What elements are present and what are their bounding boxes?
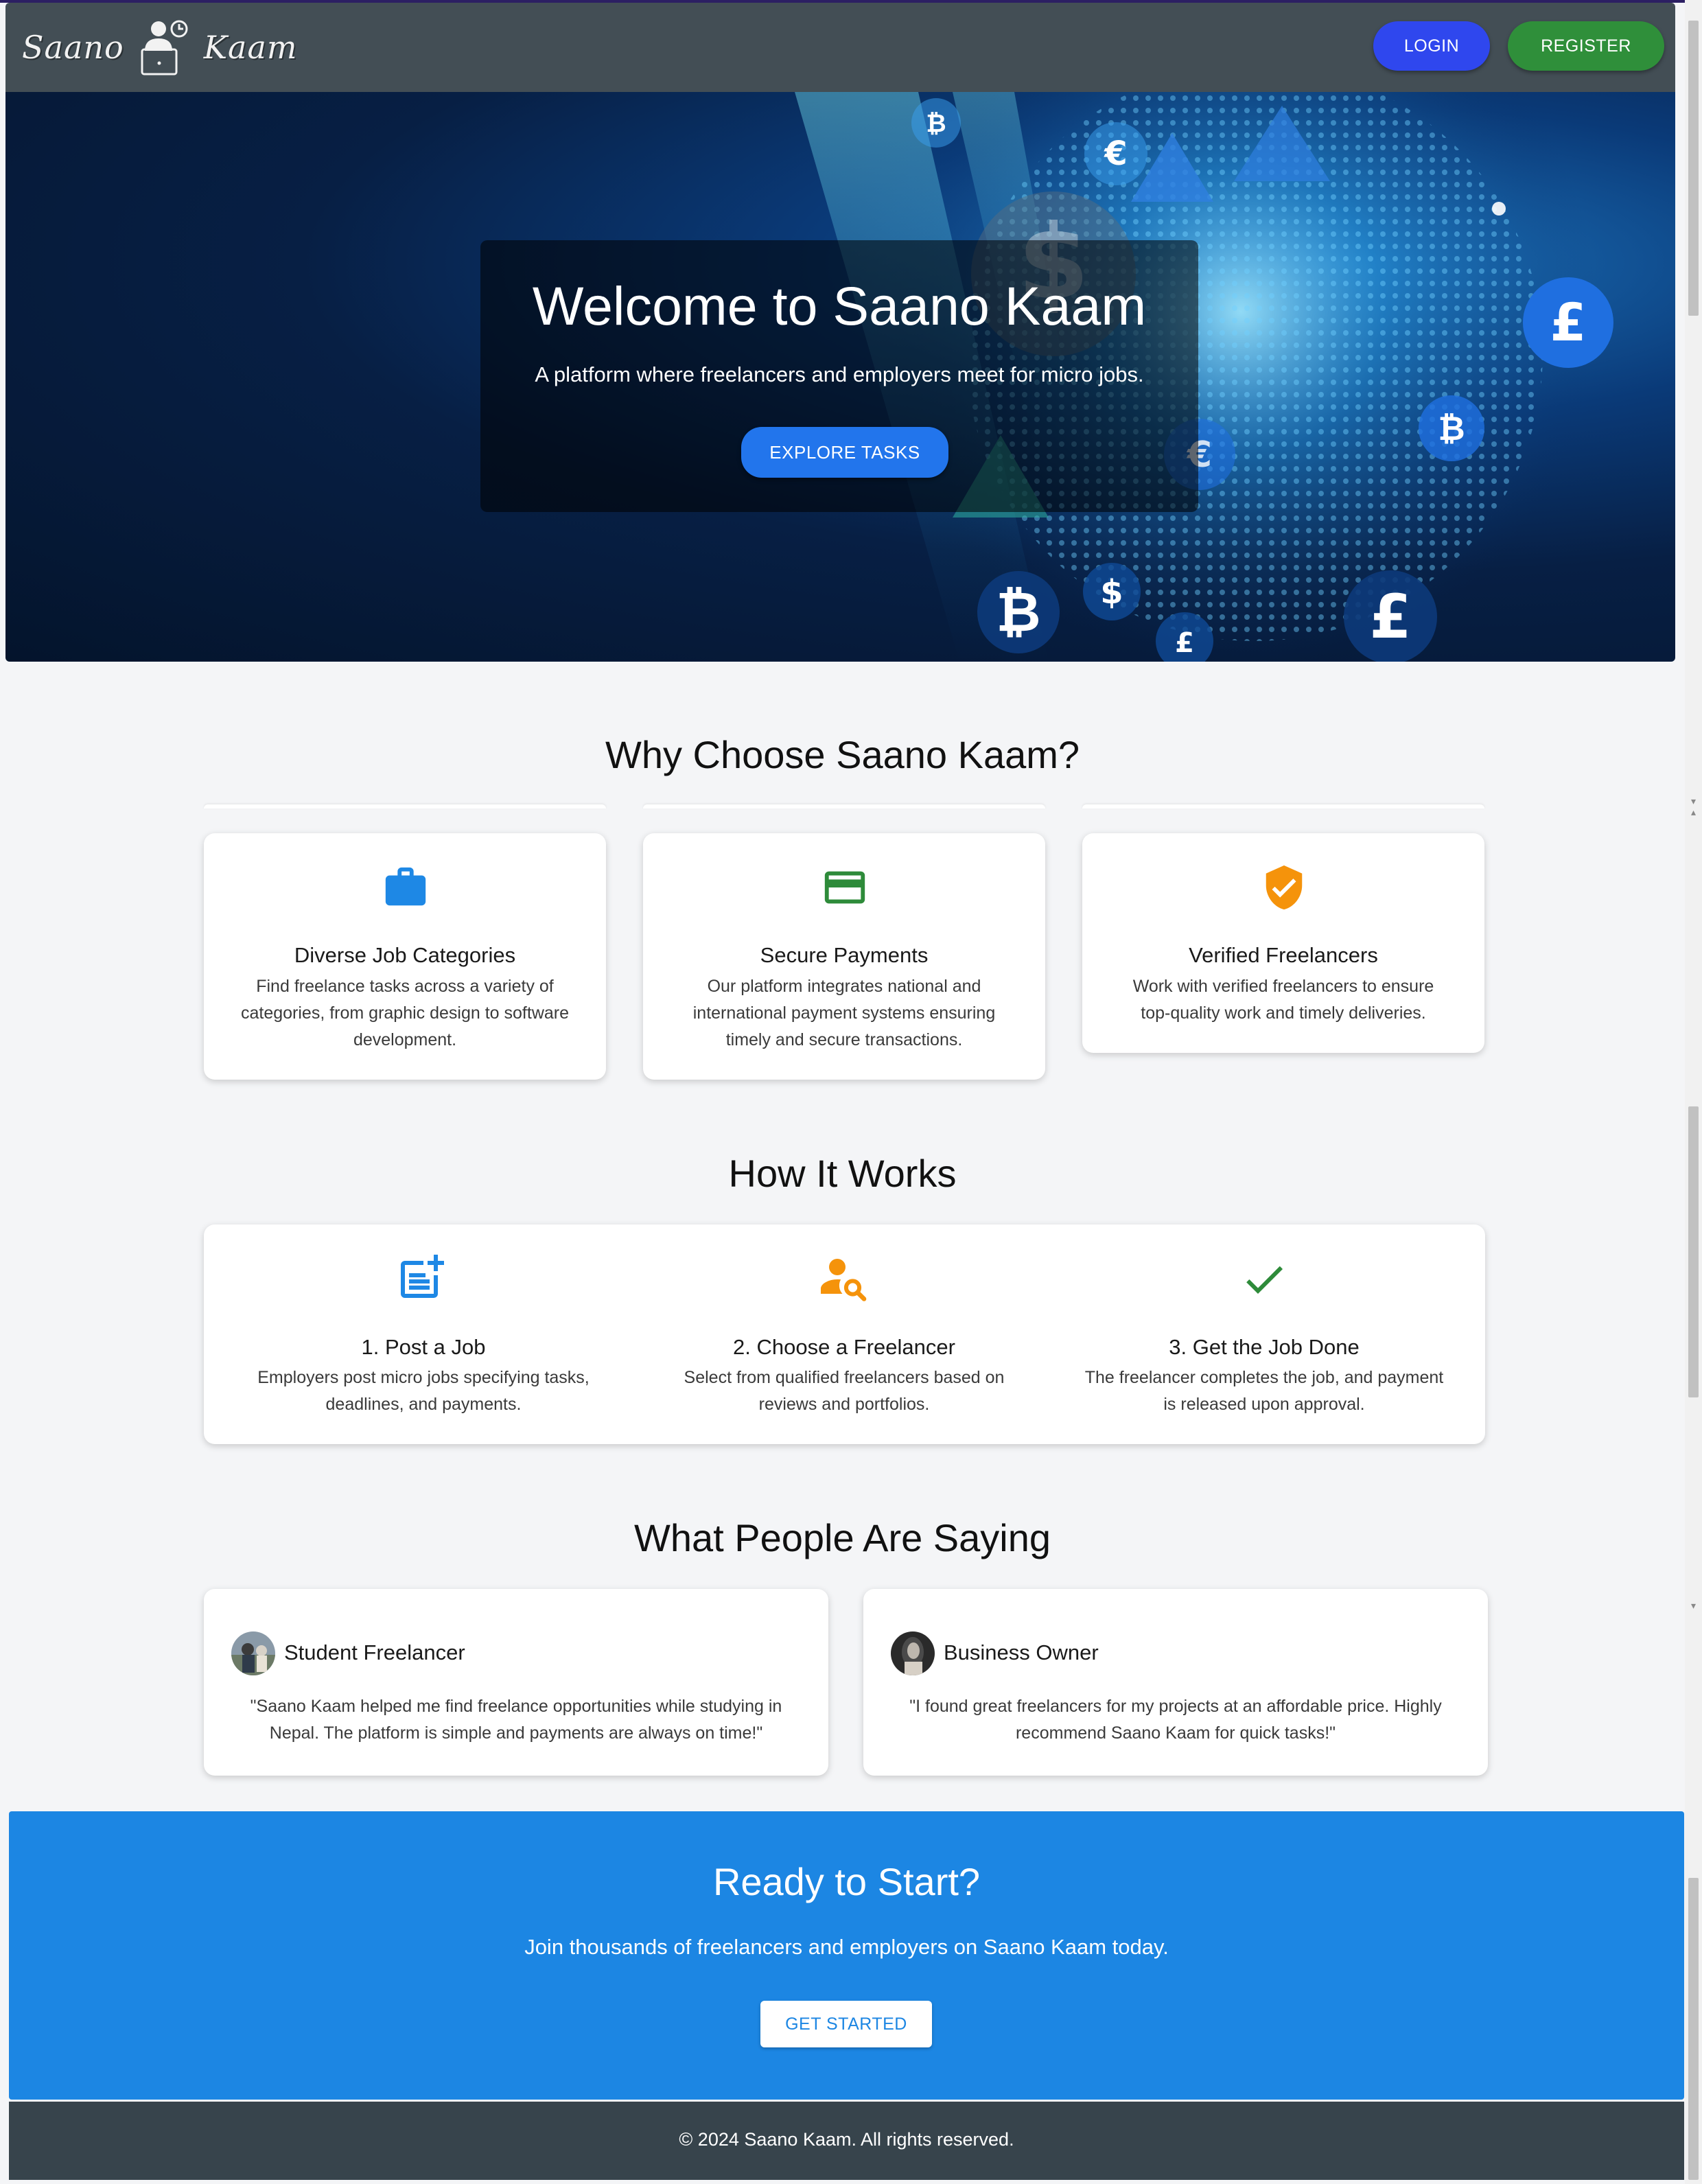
- feature-line: categories, from graphic design to softw…: [240, 1003, 569, 1023]
- step-line: is released upon approval.: [1163, 1395, 1365, 1414]
- quote-line: "I found great freelancers for my projec…: [909, 1697, 1442, 1716]
- feature-title: Secure Payments: [760, 943, 929, 967]
- feature-line: Our platform integrates national and: [707, 977, 981, 996]
- quote-line: recommend Saano Kaam for quick tasks!": [1015, 1723, 1336, 1743]
- feature-line: top-quality work and timely deliveries.: [1141, 1003, 1426, 1023]
- page-scrollbar[interactable]: ▾ ▴ ▾: [1685, 0, 1702, 2184]
- svg-text:₿: ₿: [996, 580, 1040, 644]
- testimonials-title: What People Are Saying: [633, 1516, 1051, 1559]
- svg-text:£: £: [1550, 292, 1587, 353]
- page: Saano Kaam LOGIN REGISTER £ ₿ £ $ £ € ₿ …: [0, 0, 1685, 2184]
- step-description: The freelancer completes the job, and pa…: [1045, 1364, 1484, 1418]
- explore-tasks-button[interactable]: EXPLORE TASKS: [741, 427, 948, 478]
- feature-description: Find freelance tasks across a variety of…: [218, 973, 592, 1054]
- hero-title: Welcome to Saano Kaam: [532, 275, 1147, 336]
- step-description: Employers post micro jobs specifying tas…: [204, 1364, 643, 1418]
- step-title: 1. Post a Job: [361, 1335, 486, 1359]
- testimonial-quote: "I found great freelancers for my projec…: [877, 1693, 1474, 1747]
- quote-line: Nepal. The platform is simple and paymen…: [269, 1723, 763, 1743]
- scroll-down-arrow-icon[interactable]: ▾: [1688, 796, 1699, 806]
- hero-subtitle: A platform where freelancers and employe…: [535, 362, 1144, 386]
- step-title: 2. Choose a Freelancer: [733, 1335, 955, 1359]
- step-line: reviews and portfolios.: [758, 1395, 930, 1414]
- step-title: 3. Get the Job Done: [1169, 1335, 1360, 1359]
- step-line: deadlines, and payments.: [325, 1395, 522, 1414]
- avatar: [891, 1631, 935, 1675]
- features-section-title: Why Choose Saano Kaam?: [605, 733, 1080, 776]
- feature-title: Diverse Job Categories: [294, 943, 516, 967]
- scrollbar-thumb[interactable]: [1688, 1106, 1699, 1397]
- cta-title: Ready to Start?: [712, 1860, 981, 1903]
- briefcase-icon: [385, 867, 426, 906]
- navbar: Saano Kaam LOGIN REGISTER: [5, 3, 1675, 92]
- feature-card: Verified Freelancers Work with verified …: [1082, 833, 1484, 1053]
- step-line: Employers post micro jobs specifying tas…: [257, 1368, 590, 1387]
- feature-line: development.: [353, 1030, 457, 1049]
- feature-line: Find freelance tasks across a variety of: [256, 977, 554, 996]
- credit-card-icon: [824, 871, 865, 904]
- scrollbar-thumb[interactable]: [1688, 21, 1699, 316]
- register-button[interactable]: REGISTER: [1508, 21, 1664, 71]
- feature-line: timely and secure transactions.: [725, 1030, 963, 1049]
- svg-text:€: €: [1104, 135, 1127, 173]
- feature-description: Our platform integrates national and int…: [657, 973, 1031, 1054]
- avatar: [231, 1631, 275, 1675]
- how-it-works-title: How It Works: [728, 1152, 957, 1195]
- brand-name-right: Kaam: [203, 29, 298, 66]
- post-add-icon: [401, 1255, 444, 1298]
- check-icon: [1246, 1266, 1283, 1294]
- copyright-text: © 2024 Saano Kaam. All rights reserved.: [679, 2129, 1014, 2150]
- steps-card: 1. Post a Job Employers post micro jobs …: [204, 1224, 1485, 1444]
- step-line: The freelancer completes the job, and pa…: [1084, 1368, 1444, 1387]
- call-to-action-section: Ready to Start? Join thousands of freela…: [9, 1811, 1684, 2100]
- worker-at-laptop-icon: [141, 20, 188, 75]
- student-avatar-photo: [231, 1631, 275, 1675]
- feature-card: Secure Payments Our platform integrates …: [643, 833, 1045, 1080]
- scroll-up-arrow-icon[interactable]: ▴: [1688, 807, 1699, 817]
- svg-text:£: £: [1369, 581, 1411, 652]
- brand-name-left: Saano: [22, 29, 124, 66]
- cta-subtitle: Join thousands of freelancers and employ…: [524, 1935, 1169, 1959]
- verified-shield-icon: [1266, 865, 1303, 910]
- business-owner-avatar-photo: [891, 1631, 935, 1675]
- brand-logo[interactable]: Saano Kaam: [22, 18, 298, 77]
- card-edge: [643, 804, 1045, 809]
- scroll-down-arrow-icon[interactable]: ▾: [1688, 1601, 1699, 1610]
- testimonial-author: Student Freelancer: [284, 1640, 465, 1664]
- scrollbar-thumb[interactable]: [1688, 1878, 1699, 2180]
- svg-text:£: £: [1175, 627, 1194, 659]
- login-button[interactable]: LOGIN: [1373, 21, 1490, 71]
- svg-text:₿: ₿: [926, 110, 946, 138]
- testimonial-quote: "Saano Kaam helped me find freelance opp…: [218, 1693, 815, 1747]
- card-edge: [204, 804, 606, 809]
- testimonial-card: Student Freelancer "Saano Kaam helped me…: [204, 1589, 828, 1776]
- testimonial-card: Business Owner "I found great freelancer…: [863, 1589, 1488, 1776]
- svg-text:₿: ₿: [1438, 410, 1465, 448]
- quote-line: "Saano Kaam helped me find freelance opp…: [250, 1697, 782, 1716]
- feature-line: international payment systems ensuring: [692, 1003, 996, 1023]
- hero-content-panel: Welcome to Saano Kaam A platform where f…: [480, 240, 1198, 512]
- footer: © 2024 Saano Kaam. All rights reserved.: [9, 2102, 1684, 2180]
- hero-banner: £ ₿ £ $ £ € ₿ ₿ € $ Welcome to Saano Kaa…: [5, 92, 1675, 662]
- step-description: Select from qualified freelancers based …: [625, 1364, 1064, 1418]
- step-line: Select from qualified freelancers based …: [684, 1368, 1005, 1387]
- feature-card: Diverse Job Categories Find freelance ta…: [204, 833, 606, 1080]
- svg-text:$: $: [1100, 573, 1123, 612]
- card-edge: [1082, 804, 1484, 809]
- person-search-icon: [821, 1259, 867, 1301]
- feature-title: Verified Freelancers: [1189, 943, 1378, 967]
- feature-line: Work with verified freelancers to ensure: [1132, 977, 1434, 996]
- get-started-button[interactable]: GET STARTED: [760, 2001, 932, 2047]
- feature-description: Work with verified freelancers to ensure…: [1096, 973, 1471, 1027]
- testimonial-author: Business Owner: [944, 1640, 1099, 1664]
